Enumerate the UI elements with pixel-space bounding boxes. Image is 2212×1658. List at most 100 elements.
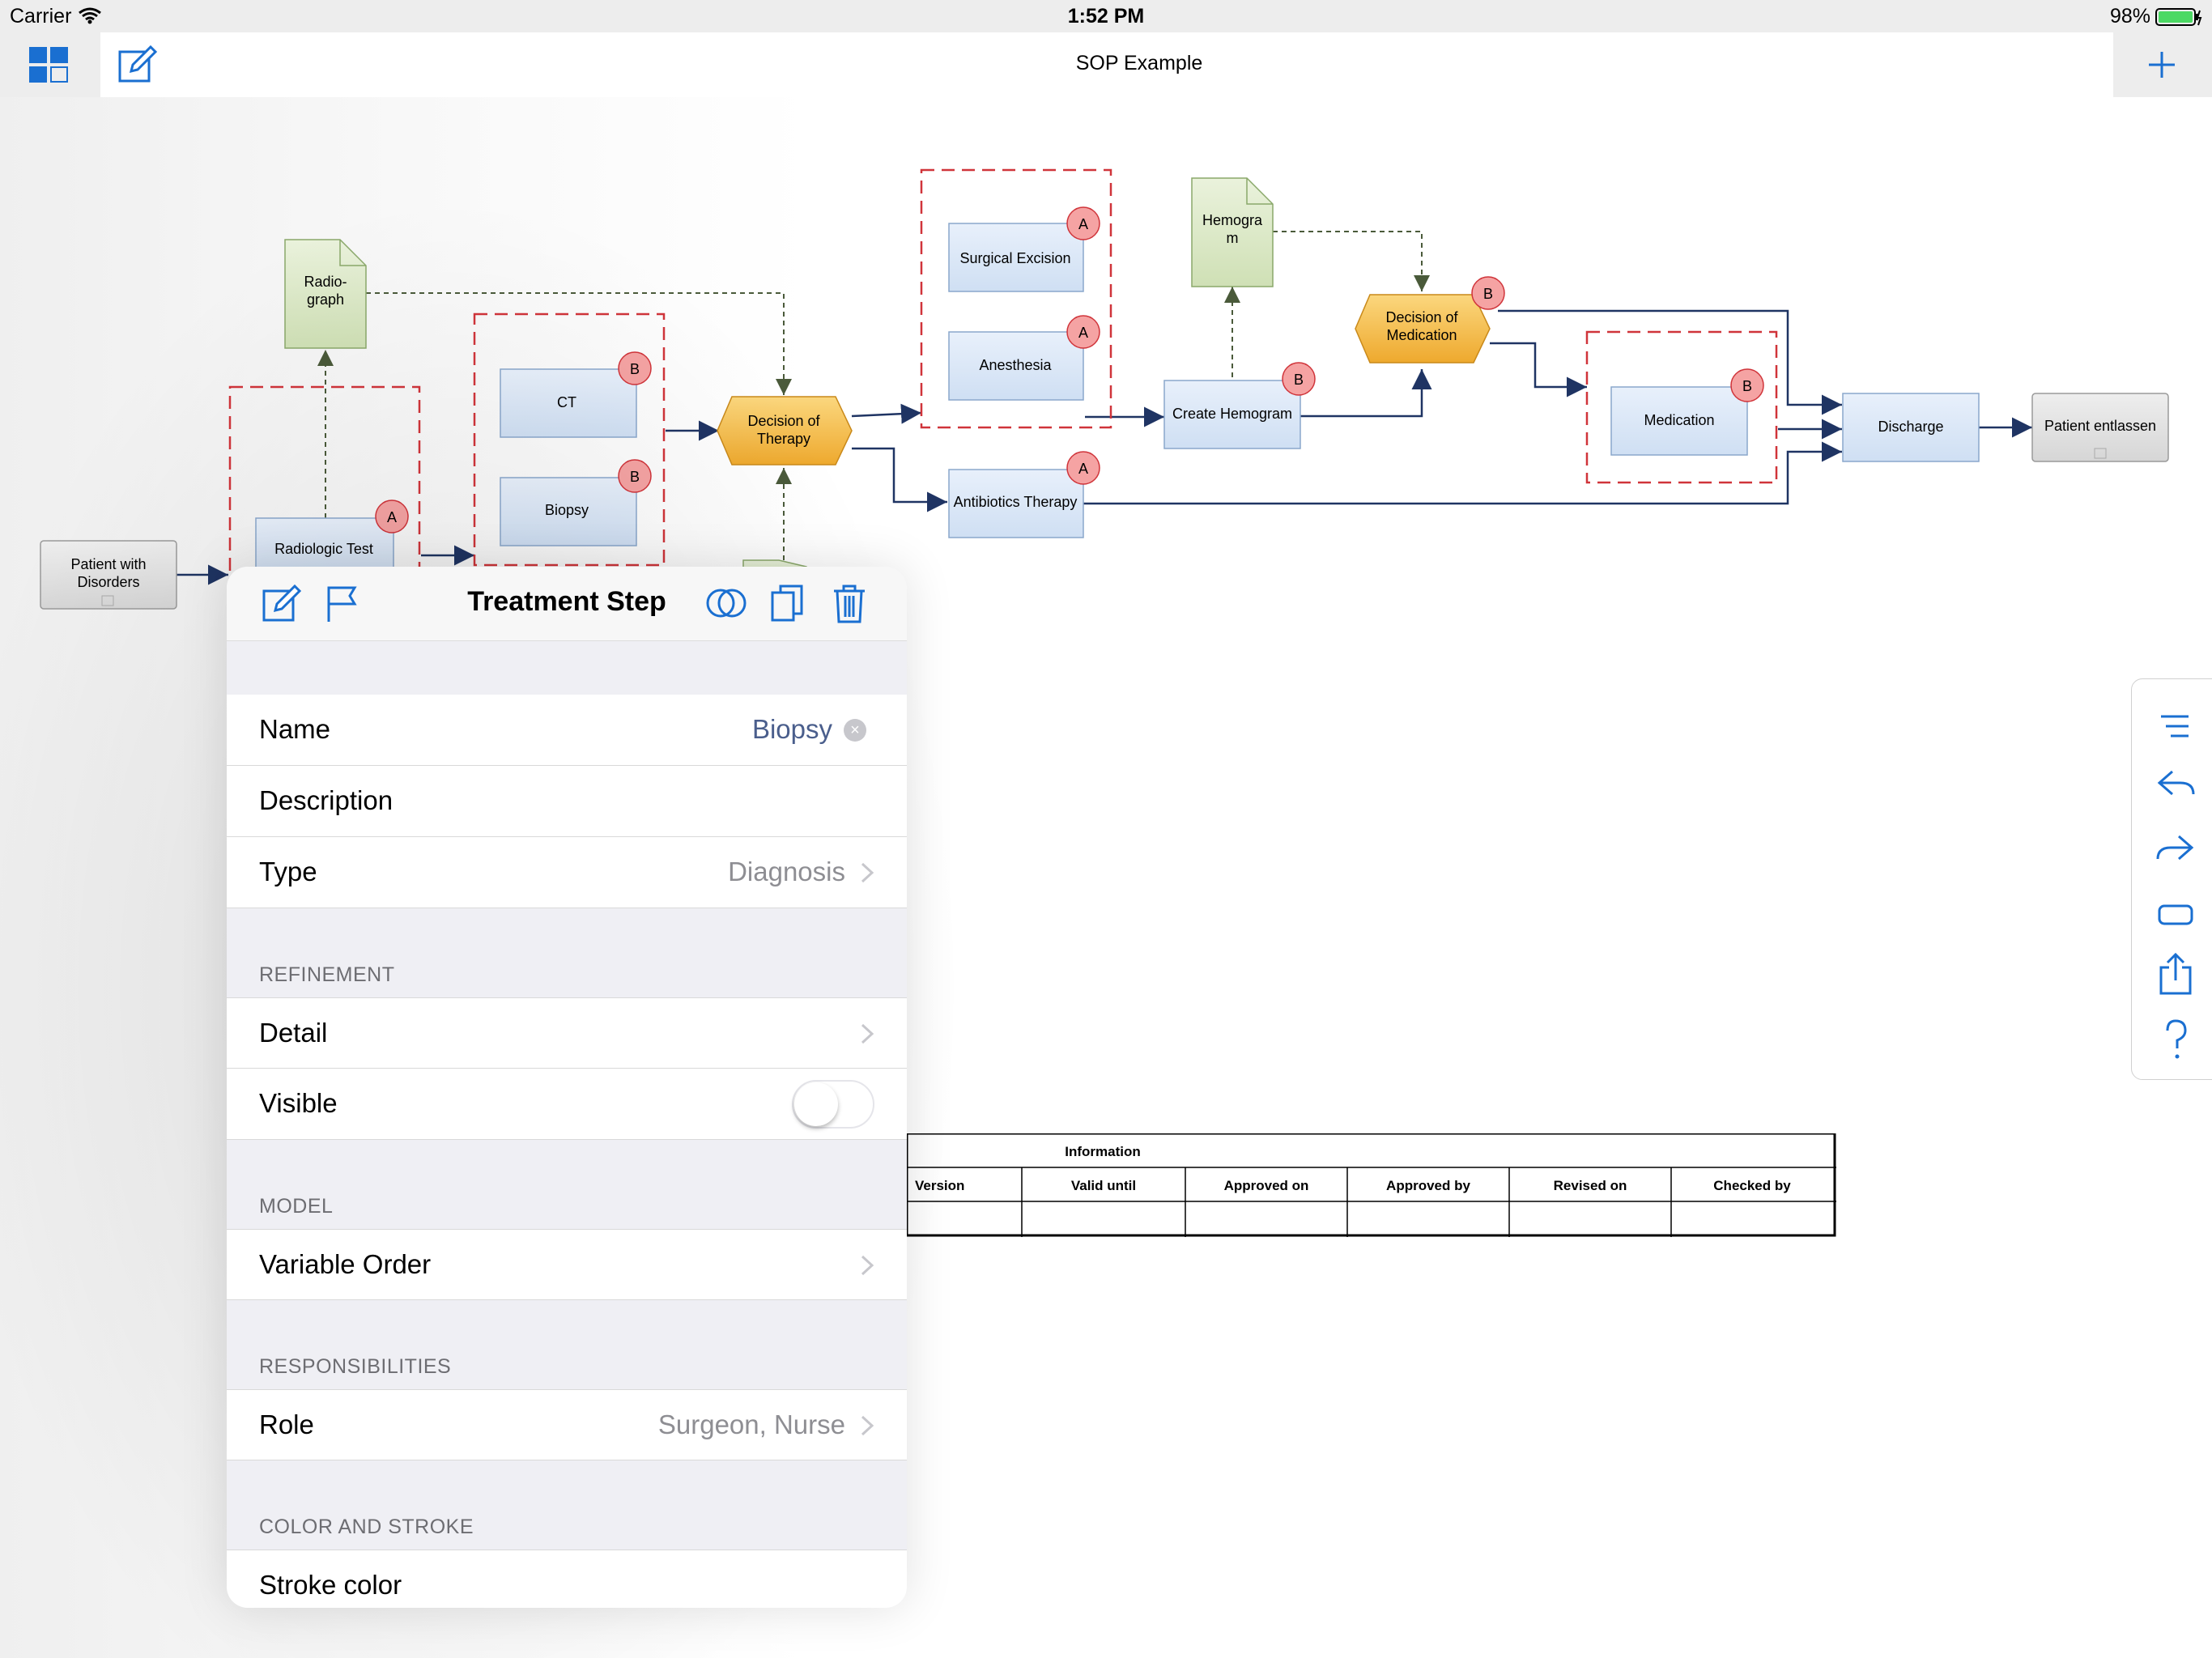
svg-text:A: A	[1078, 216, 1088, 232]
svg-text:Information: Information	[1065, 1144, 1141, 1159]
svg-text:Radiologic Test: Radiologic Test	[274, 541, 373, 557]
stroke-color-row[interactable]: Stroke color	[227, 1550, 907, 1608]
name-row[interactable]: Name Biopsy ×	[227, 695, 907, 766]
type-row[interactable]: Type Diagnosis	[227, 837, 907, 908]
svg-text:Checked by: Checked by	[1713, 1178, 1791, 1193]
information-table[interactable]: Information Version Valid until Approved…	[907, 1133, 1836, 1237]
variable-order-label: Variable Order	[259, 1249, 432, 1279]
svg-text:CT: CT	[557, 394, 576, 410]
svg-text:Anesthesia: Anesthesia	[979, 357, 1052, 373]
svg-text:Create Hemogram: Create Hemogram	[1172, 406, 1292, 422]
step-discharge[interactable]: Discharge	[1842, 393, 1980, 462]
section-model: MODEL	[259, 1195, 334, 1218]
document-hemogram[interactable]: Hemogra m	[1191, 177, 1274, 287]
visible-row: Visible	[227, 1069, 907, 1140]
flow-connectors	[177, 309, 2032, 585]
role-row[interactable]: Role Surgeon, Nurse	[227, 1389, 907, 1460]
section-refinement: REFINEMENT	[259, 963, 395, 986]
step-create-hemogram[interactable]: Create Hemogram B	[1163, 362, 1316, 449]
section-responsibilities: RESPONSIBILITIES	[259, 1355, 452, 1378]
chevron-right-icon	[861, 1415, 874, 1436]
venn-icon[interactable]	[703, 580, 750, 627]
duplicate-icon[interactable]	[764, 580, 811, 627]
step-biopsy[interactable]: Biopsy B	[500, 459, 652, 546]
status-bar: Carrier 1:52 PM 98%	[0, 0, 2212, 32]
end-node-patient-entlassen[interactable]: Patient entlassen	[2031, 393, 2169, 462]
clear-icon[interactable]: ×	[844, 719, 866, 742]
right-toolbar	[2131, 678, 2212, 1080]
svg-text:Decision of: Decision of	[1385, 309, 1458, 325]
svg-text:Revised on: Revised on	[1554, 1178, 1627, 1193]
svg-text:graph: graph	[307, 291, 344, 308]
svg-text:Radio-: Radio-	[304, 274, 347, 290]
svg-text:m: m	[1227, 230, 1239, 246]
name-label: Name	[259, 714, 331, 744]
variable-order-row[interactable]: Variable Order	[227, 1229, 907, 1300]
svg-text:A: A	[387, 509, 397, 525]
svg-text:A: A	[1078, 461, 1088, 477]
stroke-color-label: Stroke color	[259, 1570, 402, 1600]
document-radiograph[interactable]: Radio- graph	[284, 239, 367, 349]
name-field[interactable]: Biopsy	[752, 714, 832, 745]
start-node-patient[interactable]: Patient with Disorders	[40, 540, 177, 610]
detail-label: Detail	[259, 1018, 328, 1048]
svg-text:Patient entlassen: Patient entlassen	[2044, 418, 2156, 434]
chevron-right-icon	[861, 1023, 874, 1044]
panel-header: Treatment Step	[227, 567, 907, 641]
svg-text:Medication: Medication	[1386, 327, 1457, 343]
type-value: Diagnosis	[728, 857, 845, 886]
description-row[interactable]: Description	[227, 766, 907, 837]
description-label: Description	[259, 785, 393, 815]
list-icon[interactable]	[2153, 704, 2198, 749]
svg-text:Disorders: Disorders	[77, 574, 139, 590]
svg-text:Medication: Medication	[1644, 412, 1714, 428]
battery-status: 98%	[2110, 5, 2202, 28]
svg-text:Version: Version	[915, 1178, 964, 1193]
svg-text:B: B	[1294, 372, 1304, 388]
svg-text:Approved by: Approved by	[1386, 1178, 1470, 1193]
svg-text:B: B	[1483, 286, 1493, 302]
detail-row[interactable]: Detail	[227, 997, 907, 1069]
svg-text:Valid until: Valid until	[1071, 1178, 1136, 1193]
treatment-step-panel[interactable]: Treatment Step Name Biopsy × Description…	[227, 567, 907, 1608]
chevron-right-icon	[861, 1255, 874, 1276]
svg-text:Patient with: Patient with	[70, 556, 146, 572]
shape-icon[interactable]	[2153, 891, 2198, 937]
clock-label: 1:52 PM	[1067, 5, 1145, 28]
svg-text:Therapy: Therapy	[757, 431, 810, 447]
svg-text:A: A	[1078, 325, 1088, 341]
help-icon[interactable]	[2153, 1016, 2198, 1061]
step-antibiotics-therapy[interactable]: Antibiotics Therapy A	[948, 451, 1100, 538]
visible-label: Visible	[259, 1088, 338, 1118]
decision-medication[interactable]: Decision of Medication B	[1355, 276, 1505, 363]
step-medication[interactable]: Medication B	[1610, 368, 1764, 456]
step-anesthesia[interactable]: Anesthesia A	[948, 315, 1100, 401]
type-label: Type	[259, 857, 317, 886]
battery-icon	[2155, 7, 2202, 26]
visible-toggle[interactable]	[792, 1080, 874, 1129]
svg-text:Surgical Excision: Surgical Excision	[959, 250, 1070, 266]
plus-icon[interactable]	[2138, 40, 2186, 89]
role-value: Surgeon, Nurse	[657, 1409, 845, 1439]
step-surgical-excision[interactable]: Surgical Excision A	[948, 206, 1100, 292]
svg-text:Antibiotics Therapy: Antibiotics Therapy	[954, 494, 1078, 510]
trash-icon[interactable]	[826, 580, 873, 627]
undo-icon[interactable]	[2153, 760, 2198, 806]
svg-text:Approved on: Approved on	[1224, 1178, 1309, 1193]
svg-text:Discharge: Discharge	[1878, 419, 1943, 435]
step-ct[interactable]: CT B	[500, 351, 652, 438]
svg-text:B: B	[630, 469, 640, 485]
battery-percent: 98%	[2109, 5, 2150, 28]
decision-therapy[interactable]: Decision of Therapy	[717, 396, 853, 466]
share-icon[interactable]	[2153, 951, 2198, 997]
svg-text:Decision of: Decision of	[747, 413, 820, 429]
document-title: SOP Example	[1075, 52, 1203, 74]
toggle-knob	[794, 1082, 838, 1126]
svg-text:B: B	[630, 361, 640, 377]
navigation-bar: SOP Example	[0, 32, 2212, 97]
chevron-right-icon	[861, 862, 874, 883]
section-color-stroke: COLOR AND STROKE	[259, 1516, 474, 1538]
redo-icon[interactable]	[2153, 825, 2198, 870]
svg-text:Hemogra: Hemogra	[1202, 212, 1263, 228]
svg-text:Biopsy: Biopsy	[545, 502, 589, 518]
